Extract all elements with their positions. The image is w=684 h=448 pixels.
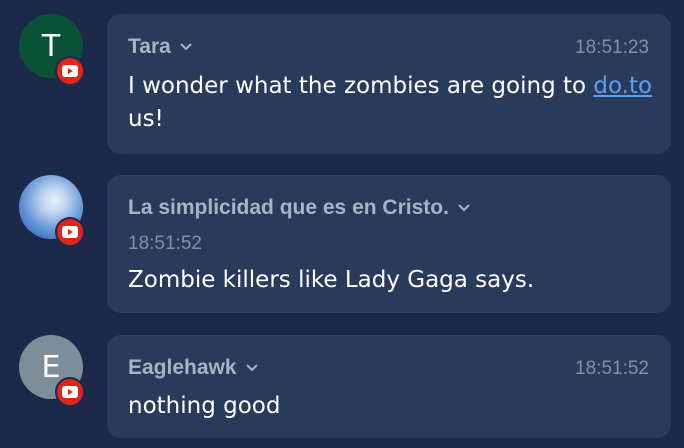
message-timestamp: 18:51:23	[575, 37, 649, 58]
chat-feed: T Tara 18:51:23 I wonder what the zombie…	[0, 0, 684, 448]
message-timestamp: 18:51:52	[128, 233, 202, 254]
author-label: Eaglehawk	[128, 356, 237, 379]
author-name[interactable]: Tara	[128, 35, 193, 59]
message-bubble: La simplicidad que es en Cristo. 18:51:5…	[107, 175, 671, 313]
author-name[interactable]: La simplicidad que es en Cristo.	[128, 196, 471, 220]
chevron-down-icon[interactable]	[179, 42, 193, 52]
message-bubble: Tara 18:51:23 I wonder what the zombies …	[107, 14, 671, 154]
chevron-down-icon[interactable]	[245, 363, 259, 373]
author-label: Tara	[128, 35, 171, 58]
message-text-part: us!	[128, 106, 164, 132]
author-label: La simplicidad que es en Cristo.	[128, 196, 449, 219]
message-text: Zombie killers like Lady Gaga says.	[128, 267, 535, 293]
author-name[interactable]: Eaglehawk	[128, 356, 259, 380]
youtube-icon	[55, 217, 85, 247]
message-text: I wonder what the zombies are going to d…	[128, 70, 653, 136]
avatar-initial: E	[41, 349, 61, 385]
message-timestamp: 18:51:52	[575, 358, 649, 379]
message-bubble: Eaglehawk 18:51:52 nothing good	[107, 335, 671, 438]
youtube-icon	[55, 377, 85, 407]
avatar-initial: T	[41, 28, 61, 64]
message-text: nothing good	[128, 393, 281, 419]
youtube-icon	[55, 56, 85, 86]
chevron-down-icon[interactable]	[457, 203, 471, 213]
message-text-part: I wonder what the zombies are going to	[128, 73, 587, 99]
message-link[interactable]: do.to	[593, 73, 652, 99]
